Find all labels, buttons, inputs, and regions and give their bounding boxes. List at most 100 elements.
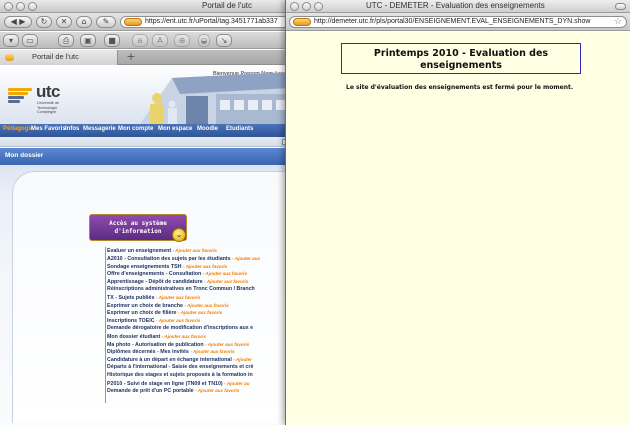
link-button[interactable]: ↘ bbox=[216, 34, 232, 47]
menu-pedagogie[interactable]: Pédagogie bbox=[3, 126, 33, 132]
site-favicon-icon bbox=[124, 18, 142, 26]
link-label[interactable]: Départs à l'international - Saisie des e… bbox=[107, 364, 253, 370]
link-label[interactable]: Historique des stages et sujets proposés… bbox=[107, 372, 253, 378]
add-favorite-link[interactable]: - Ajouter aux favoris bbox=[195, 388, 239, 393]
demeter-zoom-button[interactable] bbox=[314, 2, 323, 11]
add-favorite-link[interactable]: - Ajouter aux favoris bbox=[203, 271, 247, 276]
evaluation-heading: Printemps 2010 - Evaluation des enseigne… bbox=[341, 43, 581, 74]
link-label[interactable]: Exprimer un choix de filière bbox=[107, 310, 176, 316]
link-label[interactable]: Exprimer un choix de branche bbox=[107, 303, 183, 309]
list-item: Candidature à un départ en échange inter… bbox=[107, 356, 290, 364]
demeter-close-button[interactable] bbox=[290, 2, 299, 11]
portal-toolbar: ▾ ▭ ⎙ ▣ ■ a A ⊕ ◒ ↘ bbox=[0, 32, 290, 49]
add-favorite-link[interactable]: - Ajouter aux favoris bbox=[156, 318, 200, 323]
stop-icon: ■ bbox=[108, 36, 116, 45]
link-label[interactable]: Offre d'enseignements - Consultation bbox=[107, 271, 201, 277]
list-item: A2010 - Consultation des sujets par les … bbox=[107, 255, 290, 263]
link-label[interactable]: Inscriptions TOEIC bbox=[107, 318, 155, 324]
menu-mon-espace[interactable]: Mon espace bbox=[158, 126, 192, 132]
demeter-window-title: UTC - DEMETER - Evaluation des enseignem… bbox=[366, 1, 545, 10]
stop-button[interactable]: ✕ bbox=[56, 16, 72, 28]
link-label[interactable]: Mon dossier étudiant bbox=[107, 334, 160, 340]
text-larger-button[interactable]: A bbox=[152, 34, 168, 47]
star-icon[interactable]: ☆ bbox=[614, 17, 622, 26]
closed-message: Le site d'évaluation des enseignements e… bbox=[346, 84, 574, 91]
link-label[interactable]: A2010 - Consultation des sujets par les … bbox=[107, 256, 231, 262]
home-button[interactable]: ⌂ bbox=[76, 16, 92, 28]
add-favorite-link[interactable]: - Ajouter bbox=[233, 357, 252, 362]
link-label[interactable]: P2010 - Suivi de stage en ligne (TN09 et… bbox=[107, 381, 223, 387]
demeter-window: UTC - DEMETER - Evaluation des enseignem… bbox=[285, 0, 630, 425]
list-item: P2010 - Suivi de stage en ligne (TN09 et… bbox=[107, 380, 290, 388]
menu-mes-favoris[interactable]: Mes Favoris bbox=[31, 126, 66, 132]
close-window-button[interactable] bbox=[4, 2, 13, 11]
link-label[interactable]: Candidature à un départ en échange inter… bbox=[107, 357, 232, 363]
list-item: Sondage enseignements TSH - Ajouter aux … bbox=[107, 263, 290, 271]
tab-portail[interactable]: Portail de l'utc bbox=[0, 50, 118, 65]
link-label[interactable]: TX - Sujets publiés bbox=[107, 295, 154, 301]
link-label[interactable]: Sondage enseignements TSH bbox=[107, 264, 181, 270]
add-favorite-link[interactable]: - Ajouter aux bbox=[232, 256, 260, 261]
add-favorite-link[interactable]: - Ajouter aux favoris bbox=[183, 264, 227, 269]
zoom-window-button[interactable] bbox=[28, 2, 37, 11]
link-label[interactable]: Apprentissage - Dépôt de candidature bbox=[107, 279, 203, 285]
portal-main-menu: Pédagogie Mes Favoris Infos Messagerie M… bbox=[0, 124, 290, 137]
stop-load-button[interactable]: ■ bbox=[104, 34, 120, 47]
demeter-minimize-button[interactable] bbox=[302, 2, 311, 11]
portal-url-field[interactable]: https://ent.utc.fr/uPortal/tag.3451771ab… bbox=[120, 16, 290, 28]
add-favorite-link[interactable]: - Ajouter aux favoris bbox=[205, 342, 249, 347]
print-icon: ⎙ bbox=[62, 36, 70, 45]
add-favorite-link[interactable]: - Ajouter aux favoris bbox=[184, 303, 228, 308]
reload-button[interactable]: ↻ bbox=[36, 16, 52, 28]
menu-messagerie[interactable]: Messagerie bbox=[83, 126, 116, 132]
list-item: Exprimer un choix de branche - Ajouter a… bbox=[107, 302, 290, 310]
add-favorite-link[interactable]: - Ajouter au bbox=[224, 381, 249, 386]
back-forward-buttons[interactable]: ◀ ▶ bbox=[4, 16, 32, 28]
lock-button[interactable]: ◒ bbox=[198, 34, 210, 47]
add-favorite-link[interactable]: - Ajouter aux favoris bbox=[173, 248, 217, 253]
demeter-url-field[interactable]: http://demeter.utc.fr/pls/portal30/ENSEI… bbox=[289, 16, 627, 28]
link-label[interactable]: Réinscriptions administratives en Tronc … bbox=[107, 286, 255, 292]
bookmarks-button[interactable]: ✎ bbox=[96, 16, 116, 28]
link-label[interactable]: Demande de prêt d'un PC portable bbox=[107, 388, 194, 394]
minimize-window-button[interactable] bbox=[16, 2, 25, 11]
demeter-url-bar: http://demeter.utc.fr/pls/portal30/ENSEI… bbox=[286, 13, 630, 31]
add-favorite-link[interactable]: - Ajouter aux favoris bbox=[162, 334, 206, 339]
link-label[interactable]: Evaluer un enseignement bbox=[107, 248, 171, 254]
chevron-down-icon[interactable]: ⌄ bbox=[172, 228, 186, 242]
menu-etudiants[interactable]: Etudiants bbox=[226, 126, 253, 132]
menu-moodle[interactable]: Moodle bbox=[197, 126, 218, 132]
forward-arrow-icon[interactable]: ▶ bbox=[19, 17, 25, 26]
link-label[interactable]: Demande dérogatoire de modification d'in… bbox=[107, 325, 253, 331]
section-header: Mon dossier bbox=[0, 148, 290, 165]
menu-mon-compte[interactable]: Mon compte bbox=[118, 126, 153, 132]
list-item: Demande de prêt d'un PC portable - Ajout… bbox=[107, 387, 290, 395]
reload-icon: ↻ bbox=[40, 17, 48, 26]
link-icon: ↘ bbox=[220, 36, 228, 45]
add-favorite-link[interactable]: - Ajouter aux favoris bbox=[204, 279, 248, 284]
information-system-links: Evaluer un enseignement - Ajouter aux fa… bbox=[107, 247, 290, 395]
campus-building-illustration bbox=[140, 72, 290, 124]
zoom-button[interactable]: ⊕ bbox=[174, 34, 190, 47]
toolbar-button-2[interactable]: ▭ bbox=[22, 34, 38, 47]
add-favorite-link[interactable]: - Ajouter aux favoris bbox=[156, 295, 200, 300]
demeter-titlebar: UTC - DEMETER - Evaluation des enseignem… bbox=[286, 0, 630, 13]
add-favorite-link[interactable]: - Ajouter aux favoris bbox=[178, 310, 222, 315]
print-button[interactable]: ⎙ bbox=[58, 34, 74, 47]
list-item: TX - Sujets publiés - Ajouter aux favori… bbox=[107, 294, 290, 302]
utc-logo[interactable]: utc Université de Technologie Compiègne bbox=[6, 82, 86, 116]
bookmark-icon: ✎ bbox=[102, 17, 110, 26]
link-label[interactable]: Diplômes décernés - Mes invités bbox=[107, 349, 189, 355]
text-smaller-button[interactable]: a bbox=[132, 34, 148, 47]
list-item: Inscriptions TOEIC - Ajouter aux favoris bbox=[107, 317, 290, 325]
new-tab-button[interactable]: + bbox=[124, 51, 138, 63]
toolbar-button-1[interactable]: ▾ bbox=[3, 34, 19, 47]
evaluation-heading-line1: Printemps 2010 - Evaluation des bbox=[373, 48, 549, 59]
add-favorite-link[interactable]: - Ajouter aux favoris bbox=[190, 349, 234, 354]
save-button[interactable]: ▣ bbox=[80, 34, 96, 47]
menu-infos[interactable]: Infos bbox=[65, 126, 79, 132]
link-label[interactable]: Ma photo - Autorisation de publication bbox=[107, 342, 204, 348]
back-arrow-icon[interactable]: ◀ bbox=[11, 17, 17, 26]
list-item: Apprentissage - Dépôt de candidature - A… bbox=[107, 278, 290, 286]
toolbar-toggle-button[interactable] bbox=[615, 3, 626, 10]
